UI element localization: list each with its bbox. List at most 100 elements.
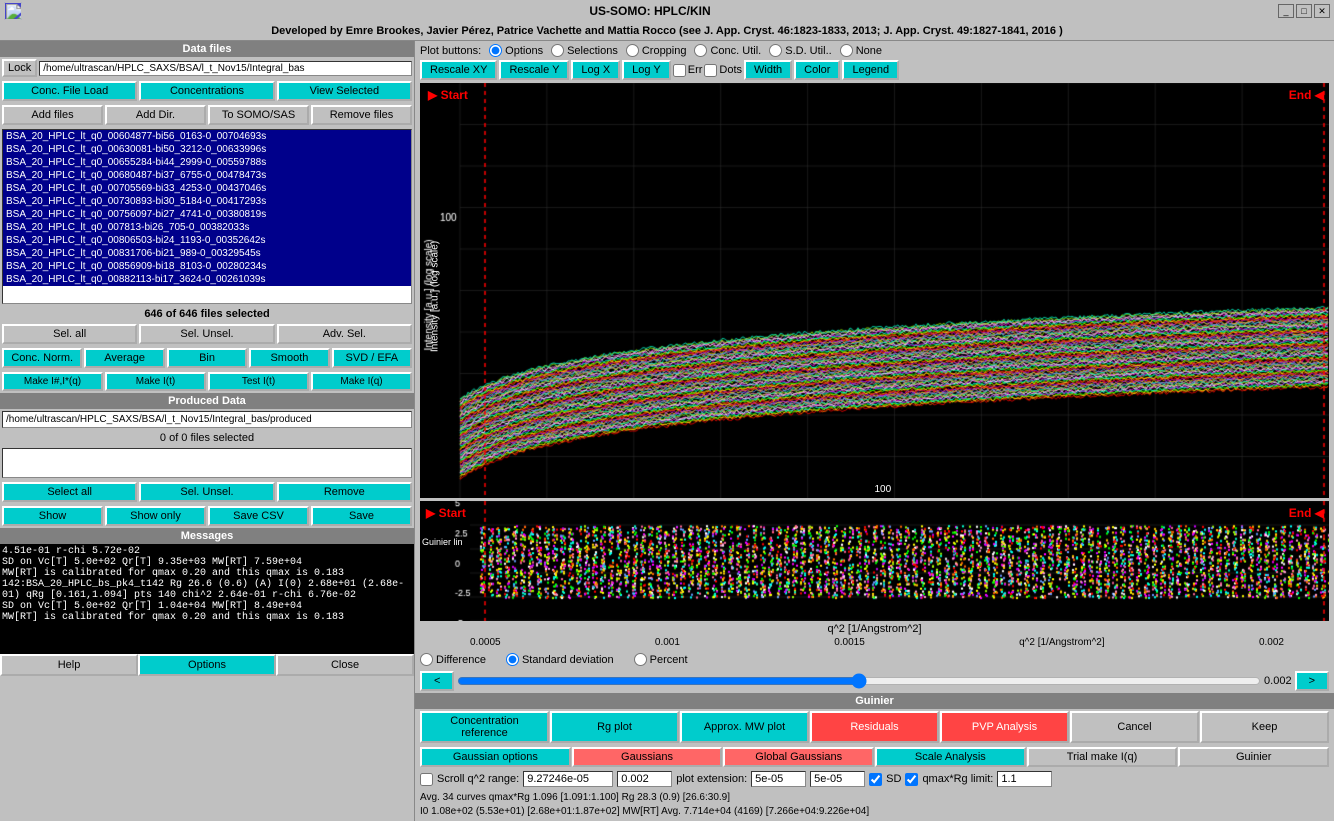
global-gaussians-button[interactable]: Global Gaussians xyxy=(723,747,874,767)
help-button[interactable]: Help xyxy=(0,654,138,676)
concentration-reference-button[interactable]: Concentration reference xyxy=(420,711,549,743)
file-list[interactable]: BSA_20_HPLC_lt_q0_00604877-bi56_0163-0_0… xyxy=(2,129,412,304)
guinier-chart-area: ▶ Start End ◀ Guinier lin xyxy=(420,501,1329,621)
lower-file-list[interactable] xyxy=(2,448,412,478)
qmax-rg-value-input[interactable] xyxy=(997,771,1052,787)
select-all-button[interactable]: Select all xyxy=(2,482,137,502)
guinier-forward-button[interactable]: > xyxy=(1295,671,1329,691)
options-radio[interactable]: Options xyxy=(489,44,543,57)
file-list-item[interactable]: BSA_20_HPLC_lt_q0_00655284-bi44_2999-0_0… xyxy=(3,156,411,169)
maximize-button[interactable]: □ xyxy=(1296,4,1312,18)
conc-util-radio[interactable]: Conc. Util. xyxy=(694,44,761,57)
sd-util-radio[interactable]: S.D. Util.. xyxy=(769,44,831,57)
qmax-rg-checkbox[interactable] xyxy=(905,773,918,786)
scroll-checkbox[interactable] xyxy=(420,773,433,786)
save-button[interactable]: Save xyxy=(311,506,412,526)
width-button[interactable]: Width xyxy=(744,60,792,80)
make-if-button[interactable]: Make I#,I*(q) xyxy=(2,372,103,391)
file-list-item[interactable]: BSA_20_HPLC_lt_q0_00680487-bi37_6755-0_0… xyxy=(3,169,411,182)
file-list-item[interactable]: BSA_20_HPLC_lt_q0_00705569-bi33_4253-0_0… xyxy=(3,182,411,195)
remove-button[interactable]: Remove xyxy=(277,482,412,502)
file-list-item[interactable]: BSA_20_HPLC_lt_q0_00831706-bi21_989-0_00… xyxy=(3,247,411,260)
file-list-item[interactable]: BSA_20_HPLC_lt_q0_00756097-bi27_4741-0_0… xyxy=(3,208,411,221)
y-axis-label: Intensity [a.u.] (log scale) xyxy=(430,240,441,351)
view-selected-button[interactable]: View Selected xyxy=(277,81,412,101)
to-somo-sas-button[interactable]: To SOMO/SAS xyxy=(208,105,309,125)
options-button[interactable]: Options xyxy=(138,654,276,676)
produced-data-header: Produced Data xyxy=(0,393,414,409)
conc-norm-button[interactable]: Conc. Norm. xyxy=(2,348,82,368)
sel-unsel-button[interactable]: Sel. Unsel. xyxy=(139,324,274,344)
plot-buttons-label: Plot buttons: xyxy=(420,45,481,57)
add-files-button[interactable]: Add files xyxy=(2,105,103,125)
lower-section: 0 of 0 files selected Select all Sel. Un… xyxy=(0,430,414,528)
adv-sel-button[interactable]: Adv. Sel. xyxy=(277,324,412,344)
sd-checkbox[interactable] xyxy=(869,773,882,786)
sel-unsel-lower-button[interactable]: Sel. Unsel. xyxy=(139,482,274,502)
err-checkbox[interactable] xyxy=(673,64,686,77)
app-icon xyxy=(4,2,22,20)
guinier-btn[interactable]: Guinier xyxy=(1178,747,1329,767)
scroll-value2-input[interactable] xyxy=(617,771,672,787)
show-button[interactable]: Show xyxy=(2,506,103,526)
file-list-item[interactable]: BSA_20_HPLC_lt_q0_00730893-bi30_5184-0_0… xyxy=(3,195,411,208)
add-dir-button[interactable]: Add Dir. xyxy=(105,105,206,125)
keep-button[interactable]: Keep xyxy=(1200,711,1329,743)
file-list-item[interactable]: BSA_20_HPLC_lt_q0_00882113-bi17_3624-0_0… xyxy=(3,273,411,286)
scroll-value1-input[interactable] xyxy=(523,771,613,787)
lock-button[interactable]: Lock xyxy=(2,59,37,77)
cancel-button-guinier[interactable]: Cancel xyxy=(1070,711,1199,743)
rescale-xy-button[interactable]: Rescale XY xyxy=(420,60,497,80)
gaussians-button[interactable]: Gaussians xyxy=(572,747,723,767)
btn-row-1: Conc. File Load Concentrations View Sele… xyxy=(0,79,414,103)
sel-all-button[interactable]: Sel. all xyxy=(2,324,137,344)
pvp-analysis-button[interactable]: PVP Analysis xyxy=(940,711,1069,743)
window-controls[interactable]: _ □ ✕ xyxy=(1278,4,1330,18)
std-dev-radio[interactable]: Standard deviation xyxy=(506,653,614,666)
smooth-button[interactable]: Smooth xyxy=(249,348,329,368)
file-list-item[interactable]: BSA_20_HPLC_lt_q0_007813-bi26_705-0_0038… xyxy=(3,221,411,234)
concentrations-button[interactable]: Concentrations xyxy=(139,81,274,101)
show-only-button[interactable]: Show only xyxy=(105,506,206,526)
approx-mw-plot-button[interactable]: Approx. MW plot xyxy=(680,711,809,743)
bin-button[interactable]: Bin xyxy=(167,348,247,368)
gaussian-options-button[interactable]: Gaussian options xyxy=(420,747,571,767)
file-list-item[interactable]: BSA_20_HPLC_lt_q0_00630081-bi50_3212-0_0… xyxy=(3,143,411,156)
percent-radio[interactable]: Percent xyxy=(634,653,688,666)
err-checkbox-label[interactable]: Err xyxy=(673,64,703,77)
trial-make-iq-button[interactable]: Trial make I(q) xyxy=(1027,747,1178,767)
average-button[interactable]: Average xyxy=(84,348,164,368)
make-it-button[interactable]: Make I(t) xyxy=(105,372,206,391)
right-panel: Plot buttons: Options Selections Croppin… xyxy=(415,41,1334,821)
dots-checkbox-label[interactable]: Dots xyxy=(704,64,742,77)
none-radio[interactable]: None xyxy=(840,44,882,57)
color-button[interactable]: Color xyxy=(794,60,840,80)
guinier-back-button[interactable]: < xyxy=(420,671,454,691)
rescale-y-button[interactable]: Rescale Y xyxy=(499,60,569,80)
test-it-button[interactable]: Test I(t) xyxy=(208,372,309,391)
minimize-button[interactable]: _ xyxy=(1278,4,1294,18)
save-csv-button[interactable]: Save CSV xyxy=(208,506,309,526)
svd-efa-button[interactable]: SVD / EFA xyxy=(332,348,412,368)
guinier-slider[interactable] xyxy=(457,673,1261,689)
legend-button[interactable]: Legend xyxy=(842,60,899,80)
log-x-button[interactable]: Log X xyxy=(571,60,620,80)
rg-plot-button[interactable]: Rg plot xyxy=(550,711,679,743)
cropping-radio[interactable]: Cropping xyxy=(626,44,687,57)
file-list-item[interactable]: BSA_20_HPLC_lt_q0_00856909-bi18_8103-0_0… xyxy=(3,260,411,273)
dots-checkbox[interactable] xyxy=(704,64,717,77)
residuals-button[interactable]: Residuals xyxy=(810,711,939,743)
selections-radio[interactable]: Selections xyxy=(551,44,618,57)
plot-ext-value1-input[interactable] xyxy=(751,771,806,787)
scale-analysis-button[interactable]: Scale Analysis xyxy=(875,747,1026,767)
remove-files-button[interactable]: Remove files xyxy=(311,105,412,125)
log-y-button[interactable]: Log Y xyxy=(622,60,671,80)
difference-radio[interactable]: Difference xyxy=(420,653,486,666)
plot-ext-value2-input[interactable] xyxy=(810,771,865,787)
close-button[interactable]: Close xyxy=(276,654,414,676)
file-list-item[interactable]: BSA_20_HPLC_lt_q0_00604877-bi56_0163-0_0… xyxy=(3,130,411,143)
close-window-button[interactable]: ✕ xyxy=(1314,4,1330,18)
conc-file-load-button[interactable]: Conc. File Load xyxy=(2,81,137,101)
make-iq-button[interactable]: Make I(q) xyxy=(311,372,412,391)
file-list-item[interactable]: BSA_20_HPLC_lt_q0_00806503-bi24_1193-0_0… xyxy=(3,234,411,247)
